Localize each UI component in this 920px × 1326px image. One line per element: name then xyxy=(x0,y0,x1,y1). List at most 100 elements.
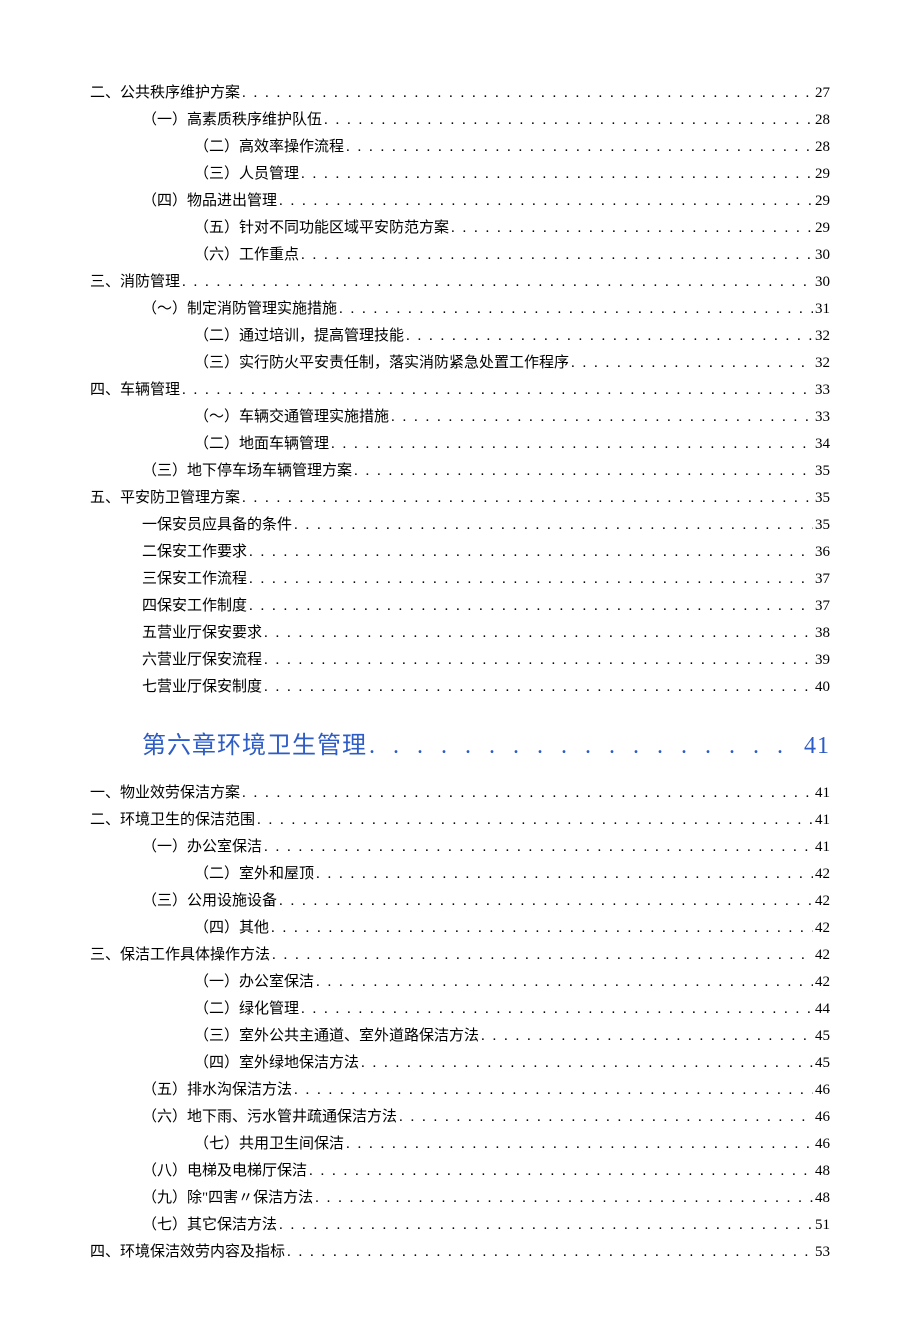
toc-container: 二、公共秩序维护方案27（一）高素质秩序维护队伍28（二）高效率操作流程28（三… xyxy=(0,0,920,1326)
toc-row: 一保安员应具备的条件 35 xyxy=(90,512,830,539)
toc-row: （三）公用设施设备42 xyxy=(90,888,830,915)
toc-leader-dots xyxy=(242,485,813,512)
toc-label: （七）其它保洁方法 xyxy=(142,1212,277,1239)
toc-label: （三）人员管理 xyxy=(194,161,299,188)
toc-page-number: 35 xyxy=(815,485,830,512)
toc-leader-dots xyxy=(346,1131,813,1158)
toc-leader-dots xyxy=(264,674,813,701)
toc-page-number: 42 xyxy=(815,942,830,969)
toc-label: （二）通过培训，提高管理技能 xyxy=(194,323,404,350)
toc-leader-dots xyxy=(249,539,813,566)
toc-leader-dots xyxy=(287,1239,813,1266)
toc-label: 二、环境卫生的保洁范围 xyxy=(90,807,255,834)
toc-label: （六）地下雨、污水管井疏通保洁方法 xyxy=(142,1104,397,1131)
toc-label: （七）共用卫生间保洁 xyxy=(194,1131,344,1158)
toc-leader-dots xyxy=(324,107,813,134)
toc-row: （二）高效率操作流程28 xyxy=(90,134,830,161)
toc-page-number: 48 xyxy=(815,1158,830,1185)
toc-label: 二、公共秩序维护方案 xyxy=(90,80,240,107)
toc-row: （六）地下雨、污水管井疏通保洁方法 46 xyxy=(90,1104,830,1131)
toc-label: 六营业厅保安流程 xyxy=(142,647,262,674)
toc-leader-dots xyxy=(272,942,813,969)
toc-leader-dots xyxy=(315,1185,813,1212)
toc-label: 一保安员应具备的条件 xyxy=(142,512,292,539)
toc-page-number: 30 xyxy=(815,269,830,296)
toc-label: （八）电梯及电梯厅保洁 xyxy=(142,1158,307,1185)
toc-page-number: 29 xyxy=(815,161,830,188)
toc-leader-dots xyxy=(301,161,813,188)
toc-row: （三）实行防火平安责任制，落实消防紧急处置工作程序32 xyxy=(90,350,830,377)
toc-label: （二）高效率操作流程 xyxy=(194,134,344,161)
toc-leader-dots xyxy=(331,431,813,458)
toc-row: 五营业厅保安要求38 xyxy=(90,620,830,647)
toc-row: （二）地面车辆管理 34 xyxy=(90,431,830,458)
toc-leader-dots xyxy=(249,566,813,593)
toc-leader-dots xyxy=(279,888,813,915)
toc-leader-dots xyxy=(309,1158,813,1185)
toc-leader-dots xyxy=(182,269,813,296)
toc-row: （五）排水沟保洁方法 46 xyxy=(90,1077,830,1104)
toc-row: （三）地下停车场车辆管理方案35 xyxy=(90,458,830,485)
toc-label: （三）地下停车场车辆管理方案 xyxy=(142,458,352,485)
toc-page-number: 35 xyxy=(815,512,830,539)
toc-label: （〜）车辆交通管理实施措施 xyxy=(194,404,389,431)
toc-label: （二）地面车辆管理 xyxy=(194,431,329,458)
toc-leader-dots xyxy=(451,215,813,242)
toc-page-number: 42 xyxy=(815,969,830,996)
toc-label: （四）其他 xyxy=(194,915,269,942)
toc-label: 三、消防管理 xyxy=(90,269,180,296)
toc-page-number: 48 xyxy=(815,1185,830,1212)
toc-row: （四）物品进出管理 29 xyxy=(90,188,830,215)
toc-page-number: 42 xyxy=(815,861,830,888)
toc-page-number: 30 xyxy=(815,242,830,269)
toc-row: （三）人员管理 29 xyxy=(90,161,830,188)
toc-row: 三保安工作流程 37 xyxy=(90,566,830,593)
toc-leader-dots xyxy=(481,1023,813,1050)
toc-page-number: 33 xyxy=(815,404,830,431)
toc-row: （七）共用卫生间保洁46 xyxy=(90,1131,830,1158)
toc-row: （六）工作重点 30 xyxy=(90,242,830,269)
toc-page-number: 42 xyxy=(815,888,830,915)
toc-label: （一）高素质秩序维护队伍 xyxy=(142,107,322,134)
toc-page-number: 41 xyxy=(815,834,830,861)
toc-label: 二保安工作要求 xyxy=(142,539,247,566)
toc-leader-dots xyxy=(406,323,813,350)
toc-leader-dots xyxy=(264,647,813,674)
toc-label: （五）排水沟保洁方法 xyxy=(142,1077,292,1104)
toc-row: 一、物业效劳保洁方案41 xyxy=(90,780,830,807)
toc-row: （二）通过培训，提高管理技能32 xyxy=(90,323,830,350)
toc-row: （一）办公室保洁42 xyxy=(90,969,830,996)
toc-page-number: 39 xyxy=(815,647,830,674)
toc-row: （九）除"四害〃保洁方法48 xyxy=(90,1185,830,1212)
toc-page-number: 29 xyxy=(815,188,830,215)
toc-row: 二、环境卫生的保洁范围41 xyxy=(90,807,830,834)
toc-row: （二）绿化管理44 xyxy=(90,996,830,1023)
toc-row: 四、车辆管理33 xyxy=(90,377,830,404)
toc-label: （一）办公室保洁 xyxy=(142,834,262,861)
toc-page-number: 34 xyxy=(815,431,830,458)
toc-row: （〜）制定消防管理实施措施31 xyxy=(90,296,830,323)
toc-page-number: 45 xyxy=(815,1050,830,1077)
toc-row: （四）其他42 xyxy=(90,915,830,942)
toc-label: （三）室外公共主通道、室外道路保洁方法 xyxy=(194,1023,479,1050)
toc-row: 六营业厅保安流程 39 xyxy=(90,647,830,674)
toc-row: （三）室外公共主通道、室外道路保洁方法45 xyxy=(90,1023,830,1050)
toc-leader-dots xyxy=(294,512,813,539)
toc-leader-dots xyxy=(271,915,813,942)
toc-page-number: 28 xyxy=(815,107,830,134)
toc-row: 二、公共秩序维护方案27 xyxy=(90,80,830,107)
toc-leader-dots xyxy=(316,969,813,996)
toc-page-number: 46 xyxy=(815,1104,830,1131)
toc-page-number: 46 xyxy=(815,1077,830,1104)
toc-page-number: 37 xyxy=(815,566,830,593)
toc-label: 三保安工作流程 xyxy=(142,566,247,593)
toc-leader-dots xyxy=(301,242,813,269)
toc-leader-dots xyxy=(242,780,813,807)
toc-row: 三、保洁工作具体操作方法42 xyxy=(90,942,830,969)
toc-label: （六）工作重点 xyxy=(194,242,299,269)
toc-label: （二）室外和屋顶 xyxy=(194,861,314,888)
toc-label: （四）物品进出管理 xyxy=(142,188,277,215)
toc-label: （四）室外绿地保洁方法 xyxy=(194,1050,359,1077)
toc-row: 四、环境保洁效劳内容及指标53 xyxy=(90,1239,830,1266)
toc-row: 第六章环境卫生管理41 xyxy=(142,725,830,768)
